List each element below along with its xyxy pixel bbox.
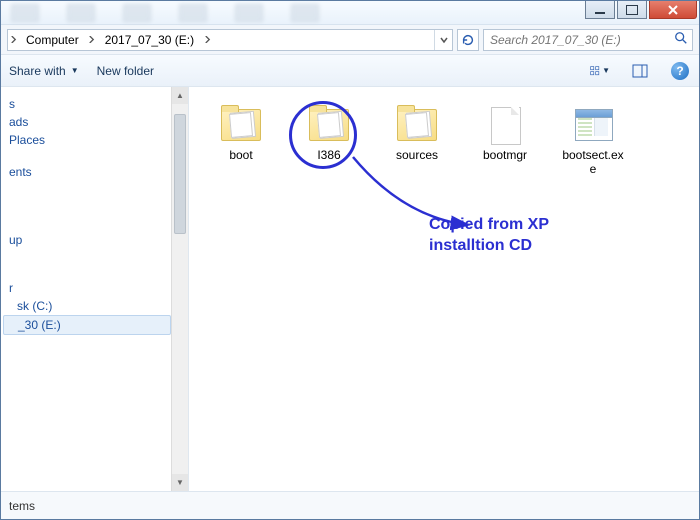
item-label: I386 [295, 149, 363, 163]
refresh-button[interactable] [457, 29, 479, 51]
new-folder-label: New folder [97, 64, 154, 78]
status-text: tems [9, 499, 35, 513]
breadcrumb-drive[interactable]: 2017_07_30 (E:) [97, 30, 202, 50]
window-controls [585, 1, 699, 24]
item-label: sources [383, 149, 451, 163]
new-folder-button[interactable]: New folder [97, 64, 154, 78]
breadcrumb-dropdown[interactable] [434, 30, 452, 50]
chevron-down-icon [440, 36, 448, 44]
search-box[interactable] [483, 29, 693, 51]
explorer-window: Computer 2017_07_30 (E:) [0, 0, 700, 520]
annotation-line1: Copied from XP [429, 216, 549, 233]
nav-item[interactable]: Places [3, 131, 171, 149]
share-with-menu[interactable]: Share with ▼ [9, 64, 79, 78]
nav-item-computer-header[interactable]: r [3, 279, 171, 297]
annotation-line2: installtion CD [429, 237, 532, 254]
nav-item[interactable]: up [3, 231, 171, 249]
scroll-down-arrow[interactable]: ▼ [172, 474, 188, 491]
chevron-right-icon[interactable] [202, 36, 212, 43]
help-button[interactable]: ? [669, 60, 691, 82]
breadcrumb-bar[interactable]: Computer 2017_07_30 (E:) [7, 29, 453, 51]
close-button[interactable] [649, 1, 697, 19]
nav-item[interactable]: s [3, 95, 171, 113]
chevron-down-icon: ▼ [602, 66, 610, 75]
scroll-track[interactable] [172, 104, 188, 474]
nav-item-disk-c[interactable]: sk (C:) [3, 297, 171, 315]
preview-pane-icon [632, 63, 648, 79]
item-label: boot [207, 149, 275, 163]
help-icon: ? [671, 62, 689, 80]
item-label: bootmgr [471, 149, 539, 163]
folder-boot[interactable]: boot [207, 105, 275, 163]
chevron-down-icon: ▼ [71, 66, 79, 75]
navigation-pane: s ads Places ents up r sk (C:) _30 (E:) … [1, 87, 189, 491]
breadcrumb-computer[interactable]: Computer [18, 30, 87, 50]
item-label: bootsect.exe [559, 149, 627, 177]
folder-i386[interactable]: I386 [295, 105, 363, 163]
view-grid-icon [590, 63, 600, 79]
file-bootmgr[interactable]: bootmgr [471, 105, 539, 163]
scroll-thumb[interactable] [174, 114, 186, 234]
preview-pane-button[interactable] [629, 60, 651, 82]
nav-item[interactable]: ads [3, 113, 171, 131]
view-options-button[interactable]: ▼ [589, 60, 611, 82]
nav-tree[interactable]: s ads Places ents up r sk (C:) _30 (E:) [1, 91, 171, 353]
refresh-icon [461, 33, 475, 47]
application-icon [569, 105, 617, 145]
file-icon [481, 105, 529, 145]
file-bootsect-exe[interactable]: bootsect.exe [559, 105, 627, 177]
body: s ads Places ents up r sk (C:) _30 (E:) … [1, 87, 699, 491]
folder-icon [217, 105, 265, 145]
scroll-up-arrow[interactable]: ▲ [172, 87, 188, 104]
titlebar-blur-area [1, 1, 585, 24]
content-pane[interactable]: boot I386 sources bootmgr bootsect.exe [193, 87, 699, 491]
close-icon [667, 4, 679, 16]
address-row: Computer 2017_07_30 (E:) [1, 25, 699, 55]
folder-icon [393, 105, 441, 145]
search-icon[interactable] [674, 31, 688, 48]
item-grid: boot I386 sources bootmgr bootsect.exe [193, 87, 699, 187]
maximize-button[interactable] [617, 1, 647, 19]
chevron-right-icon[interactable] [8, 36, 18, 43]
status-bar: tems [1, 491, 699, 519]
search-input[interactable] [488, 32, 674, 48]
chevron-right-icon[interactable] [87, 36, 97, 43]
folder-sources[interactable]: sources [383, 105, 451, 163]
annotation-text: Copied from XP installtion CD [429, 215, 609, 257]
folder-icon [305, 105, 353, 145]
nav-item[interactable]: ents [3, 163, 171, 181]
minimize-button[interactable] [585, 1, 615, 19]
command-bar: Share with ▼ New folder ▼ ? [1, 55, 699, 87]
nav-scrollbar[interactable]: ▲ ▼ [171, 87, 188, 491]
titlebar [1, 1, 699, 25]
share-with-label: Share with [9, 64, 66, 78]
nav-item-drive-e[interactable]: _30 (E:) [3, 315, 171, 335]
